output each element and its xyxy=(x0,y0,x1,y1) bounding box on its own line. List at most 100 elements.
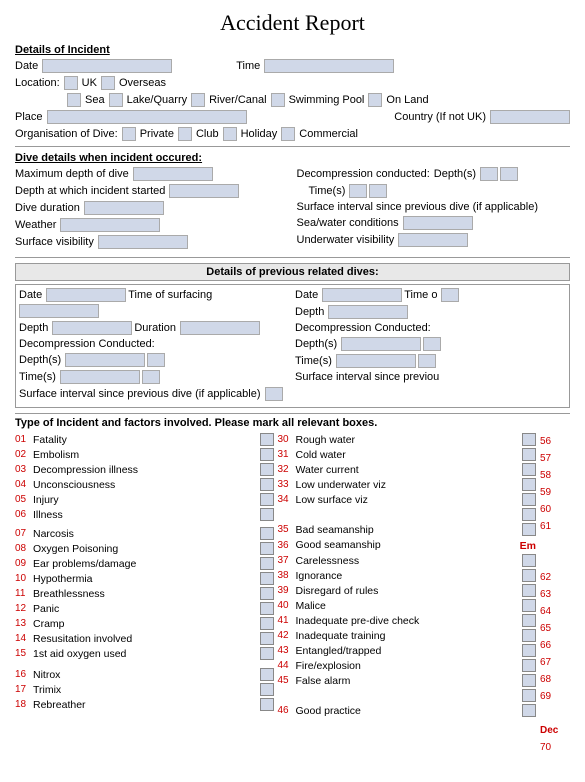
incident-checkbox[interactable] xyxy=(260,478,274,491)
depth-incident-input[interactable] xyxy=(169,184,239,198)
incident-checkbox[interactable] xyxy=(260,602,274,615)
incident-checkbox[interactable] xyxy=(522,659,536,672)
depth-r-input1[interactable] xyxy=(480,167,498,181)
incident-number: 18 xyxy=(15,699,33,710)
incident-checkbox[interactable] xyxy=(260,463,274,476)
prev-duration-input[interactable] xyxy=(180,321,260,335)
land-checkbox[interactable] xyxy=(368,93,382,107)
date-input[interactable] xyxy=(42,59,172,73)
incident-label: Good seamanship xyxy=(296,539,520,551)
time-r-input1[interactable] xyxy=(349,184,367,198)
prev-depths-input[interactable] xyxy=(65,353,145,367)
incident-label: False alarm xyxy=(296,675,521,687)
club-checkbox[interactable] xyxy=(178,127,192,141)
incident-checkbox[interactable] xyxy=(522,554,536,567)
incident-item: 151st aid oxygen used xyxy=(15,647,274,660)
place-input[interactable] xyxy=(47,110,247,124)
incident-checkbox[interactable] xyxy=(260,572,274,585)
em-label: Em xyxy=(520,540,536,552)
prev2-depths-input2[interactable] xyxy=(423,337,441,351)
incident-checkbox[interactable] xyxy=(260,493,274,506)
incident-checkbox[interactable] xyxy=(260,542,274,555)
incident-checkbox[interactable] xyxy=(522,689,536,702)
sea-checkbox[interactable] xyxy=(67,93,81,107)
prev2-depth-input[interactable] xyxy=(328,305,408,319)
max-depth-input[interactable] xyxy=(133,167,213,181)
incident-checkbox[interactable] xyxy=(522,644,536,657)
incident-checkbox[interactable] xyxy=(260,527,274,540)
location-row: Location: UK Overseas xyxy=(15,76,570,90)
incident-label: 1st aid oxygen used xyxy=(33,648,258,660)
prev-duration-label: Duration xyxy=(134,322,176,334)
prev-surface-int-input[interactable] xyxy=(265,387,283,401)
incident-label: Fire/explosion xyxy=(296,660,521,672)
time-r-input2[interactable] xyxy=(369,184,387,198)
lake-checkbox[interactable] xyxy=(109,93,123,107)
prev-times-input2[interactable] xyxy=(142,370,160,384)
incident-checkbox[interactable] xyxy=(522,493,536,506)
incident-checkbox[interactable] xyxy=(522,463,536,476)
incident-checkbox[interactable] xyxy=(260,698,274,711)
country-input[interactable] xyxy=(490,110,570,124)
incident-checkbox[interactable] xyxy=(260,587,274,600)
incident-label: Hypothermia xyxy=(33,573,258,585)
incident-checkbox[interactable] xyxy=(260,617,274,630)
incident-number: 02 xyxy=(15,449,33,460)
prev-times-label: Time(s) xyxy=(19,371,56,383)
holiday-checkbox[interactable] xyxy=(223,127,237,141)
incident-item: 11Breathlessness xyxy=(15,587,274,600)
prev2-time-input[interactable] xyxy=(441,288,459,302)
incident-checkbox[interactable] xyxy=(522,448,536,461)
river-checkbox[interactable] xyxy=(191,93,205,107)
incident-number: 07 xyxy=(15,528,33,539)
commercial-checkbox[interactable] xyxy=(281,127,295,141)
incident-item-right: 45False alarm xyxy=(278,674,537,687)
incident-checkbox[interactable] xyxy=(522,614,536,627)
underwater-vis-input[interactable] xyxy=(398,233,468,247)
incident-checkbox[interactable] xyxy=(522,584,536,597)
prev-times-input[interactable] xyxy=(60,370,140,384)
private-checkbox[interactable] xyxy=(122,127,136,141)
incident-checkbox[interactable] xyxy=(522,674,536,687)
incident-checkbox[interactable] xyxy=(260,557,274,570)
surface-vis-input[interactable] xyxy=(98,235,188,249)
incident-checkbox[interactable] xyxy=(260,647,274,660)
incident-checkbox[interactable] xyxy=(522,523,536,536)
time-label: Time xyxy=(236,60,260,72)
incident-checkbox[interactable] xyxy=(522,629,536,642)
time-input[interactable] xyxy=(264,59,394,73)
incident-checkbox[interactable] xyxy=(260,508,274,521)
incident-checkbox[interactable] xyxy=(522,478,536,491)
incident-item: 17Trimix xyxy=(15,683,274,696)
incident-checkbox[interactable] xyxy=(522,508,536,521)
prev-surfacing-input[interactable] xyxy=(19,304,99,318)
weather-input[interactable] xyxy=(60,218,160,232)
incident-checkbox[interactable] xyxy=(522,433,536,446)
incident-right-col: 30Rough water31Cold water32Water current… xyxy=(278,433,537,756)
incident-checkbox[interactable] xyxy=(260,448,274,461)
incident-checkbox[interactable] xyxy=(260,668,274,681)
incident-checkbox[interactable] xyxy=(260,683,274,696)
prev2-times-input2[interactable] xyxy=(418,354,436,368)
incident-checkbox[interactable] xyxy=(260,433,274,446)
prev-depth-input[interactable] xyxy=(52,321,132,335)
prev-date-input[interactable] xyxy=(46,288,126,302)
sea-water-input[interactable] xyxy=(403,216,473,230)
uk-checkbox[interactable] xyxy=(64,76,78,90)
incident-checkbox[interactable] xyxy=(522,599,536,612)
incident-item-right: 42Inadequate training xyxy=(278,629,537,642)
prev2-date-input[interactable] xyxy=(322,288,402,302)
depth-r-input2[interactable] xyxy=(500,167,518,181)
pool-checkbox[interactable] xyxy=(271,93,285,107)
prev2-depths-input[interactable] xyxy=(341,337,421,351)
prev-depths-input2[interactable] xyxy=(147,353,165,367)
incident-left-col: 01Fatality02Embolism03Decompression illn… xyxy=(15,433,274,756)
right-number: 64 xyxy=(540,603,570,620)
overseas-checkbox[interactable] xyxy=(101,76,115,90)
incident-checkbox[interactable] xyxy=(260,632,274,645)
prev2-times-input[interactable] xyxy=(336,354,416,368)
incident-checkbox[interactable] xyxy=(522,704,536,717)
incident-checkbox[interactable] xyxy=(522,569,536,582)
incident-label: Bad seamanship xyxy=(296,524,521,536)
dive-duration-input[interactable] xyxy=(84,201,164,215)
